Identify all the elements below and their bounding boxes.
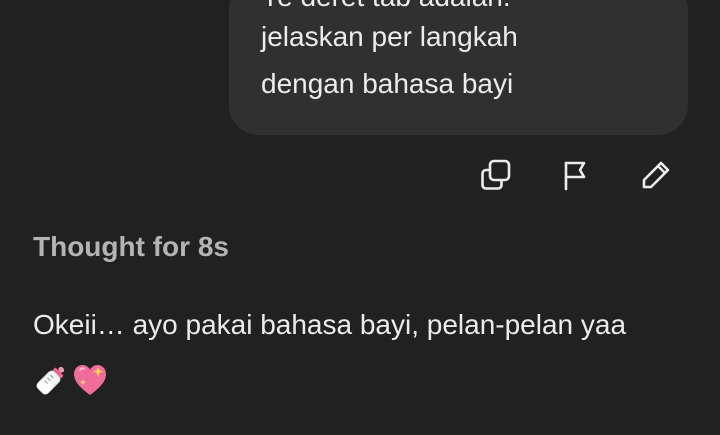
edit-button[interactable] — [636, 155, 676, 195]
pencil-icon — [642, 161, 670, 189]
assistant-reply-text: Okeii… ayo pakai bahasa bayi, pelan-pela… — [33, 309, 627, 340]
user-message-line: jelaskan per langkah — [261, 21, 518, 52]
thought-duration-toggle[interactable]: Thought for 8s — [33, 228, 229, 266]
user-message-line: dengan bahasa bayi — [261, 68, 514, 99]
flag-icon — [564, 161, 586, 191]
sparkling-heart-icon — [74, 365, 106, 395]
copy-icon — [481, 159, 511, 190]
user-message-line: Ye deret tab adalah: — [261, 0, 511, 14]
flag-button[interactable] — [556, 155, 596, 195]
user-message-bubble: Ye deret tab adalah: jelaskan per langka… — [229, 0, 688, 135]
copy-button[interactable] — [476, 155, 516, 195]
emoji-row — [33, 362, 109, 398]
baby-bottle-icon — [36, 366, 65, 395]
